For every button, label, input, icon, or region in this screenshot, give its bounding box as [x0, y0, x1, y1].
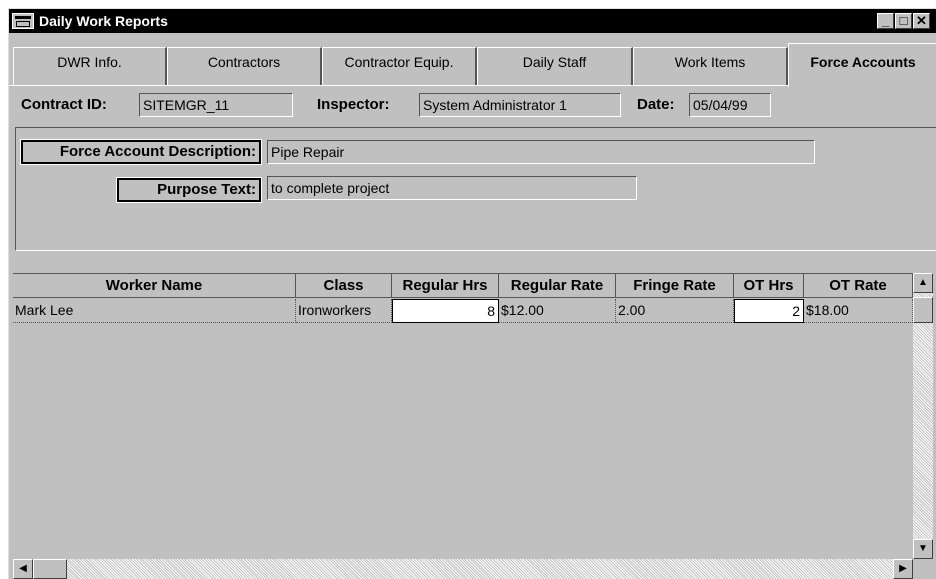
daily-work-reports-window: Daily Work Reports _ □ ✕ DWR Info. Contr…: [8, 8, 936, 579]
contract-id-field[interactable]: SITEMGR_11: [139, 93, 293, 117]
maximize-button[interactable]: □: [895, 13, 912, 29]
purpose-text-field[interactable]: to complete project: [267, 176, 637, 200]
cell-class[interactable]: Ironworkers: [296, 299, 392, 323]
scroll-right-icon[interactable]: ▶: [893, 559, 913, 579]
scroll-up-icon[interactable]: ▲: [913, 273, 933, 293]
horizontal-scrollbar[interactable]: ◀ ▶: [13, 559, 913, 579]
app-icon: [12, 13, 34, 29]
scroll-down-icon[interactable]: ▼: [913, 539, 933, 559]
date-field[interactable]: 05/04/99: [689, 93, 771, 117]
contract-id-label: Contract ID:: [21, 96, 107, 113]
tab-force-accounts[interactable]: Force Accounts: [788, 43, 936, 87]
cell-worker-name[interactable]: Mark Lee: [13, 299, 296, 323]
cell-ot-rate[interactable]: $18.00: [804, 299, 913, 323]
col-header-ot-rate[interactable]: OT Rate: [804, 274, 913, 298]
tab-dwr-info[interactable]: DWR Info.: [13, 47, 167, 85]
tab-contractors[interactable]: Contractors: [167, 47, 322, 85]
cell-fringe-rate[interactable]: 2.00: [616, 299, 734, 323]
window-title: Daily Work Reports: [39, 13, 168, 29]
force-account-description-field[interactable]: Pipe Repair: [267, 140, 815, 164]
col-header-fringe-rate[interactable]: Fringe Rate: [616, 274, 734, 298]
tab-daily-staff[interactable]: Daily Staff: [477, 47, 633, 85]
tab-work-items[interactable]: Work Items: [633, 47, 788, 85]
col-header-ot-hrs[interactable]: OT Hrs: [734, 274, 804, 298]
title-bar[interactable]: Daily Work Reports _ □ ✕: [9, 9, 936, 33]
date-label: Date:: [637, 96, 675, 113]
close-button[interactable]: ✕: [913, 13, 930, 29]
col-header-class[interactable]: Class: [296, 274, 392, 298]
minimize-button[interactable]: _: [877, 13, 894, 29]
horizontal-scroll-thumb[interactable]: [33, 559, 67, 579]
purpose-text-label: Purpose Text:: [116, 177, 262, 203]
col-header-regular-hrs[interactable]: Regular Hrs: [392, 274, 499, 298]
inspector-label: Inspector:: [317, 96, 390, 113]
cell-regular-rate[interactable]: $12.00: [499, 299, 616, 323]
scroll-left-icon[interactable]: ◀: [13, 559, 33, 579]
cell-ot-hrs[interactable]: 2: [734, 299, 804, 323]
col-header-worker-name[interactable]: Worker Name: [13, 274, 296, 298]
col-header-regular-rate[interactable]: Regular Rate: [499, 274, 616, 298]
vertical-scrollbar[interactable]: ▲ ▼: [913, 273, 933, 559]
workers-grid: Worker Name Class Regular Hrs Regular Ra…: [13, 273, 913, 560]
vertical-scroll-thumb[interactable]: [913, 297, 933, 323]
inspector-field[interactable]: System Administrator 1: [419, 93, 621, 117]
tab-contractor-equip[interactable]: Contractor Equip.: [322, 47, 477, 85]
cell-regular-hrs[interactable]: 8: [392, 299, 499, 323]
force-account-description-label: Force Account Description:: [20, 139, 262, 165]
